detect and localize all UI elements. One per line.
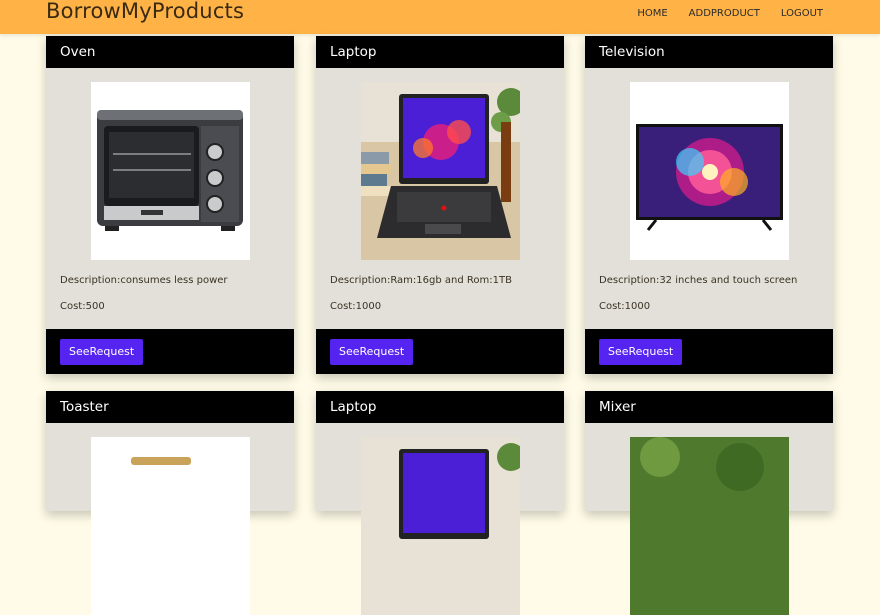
see-request-button[interactable]: SeeRequest [330, 339, 414, 365]
product-cost: Cost:1000 [599, 301, 651, 312]
product-card: Oven Description:consumes less power Cos [46, 36, 294, 374]
product-title: Laptop [316, 391, 564, 423]
card-footer: SeeRequest [46, 329, 294, 374]
nav-logout-link[interactable]: LOGOUT [781, 8, 823, 19]
product-image [360, 82, 520, 260]
see-request-button[interactable]: SeeRequest [60, 339, 144, 365]
product-image [629, 437, 789, 615]
product-card: Mixer [585, 391, 833, 615]
product-image [90, 82, 250, 260]
see-request-button[interactable]: SeeRequest [599, 339, 683, 365]
product-description: Description:32 inches and touch screen [599, 275, 798, 286]
product-title: Laptop [316, 36, 564, 68]
product-image [629, 82, 789, 260]
product-title: Mixer [585, 391, 833, 423]
product-image [90, 437, 250, 615]
brand-logo[interactable]: BorrowMyProducts [46, 0, 244, 23]
product-card: Toaster [46, 391, 294, 615]
product-title: Television [585, 36, 833, 68]
product-card: Television Description:32 inches and tou… [585, 36, 833, 374]
product-card: Laptop Description:Ram:16gb and Rom:1TB … [316, 36, 564, 374]
product-title: Toaster [46, 391, 294, 423]
card-footer: SeeRequest [585, 329, 833, 374]
navbar: BorrowMyProducts HOME ADDPRODUCT LOGOUT [0, 0, 880, 34]
product-card: Laptop [316, 391, 564, 615]
product-cost: Cost:500 [60, 301, 105, 312]
product-title: Oven [46, 36, 294, 68]
nav-home-link[interactable]: HOME [637, 8, 667, 19]
product-description: Description:Ram:16gb and Rom:1TB [330, 275, 512, 286]
card-footer: SeeRequest [316, 329, 564, 374]
nav-links: HOME ADDPRODUCT LOGOUT [616, 8, 823, 19]
product-image [360, 437, 520, 615]
nav-addproduct-link[interactable]: ADDPRODUCT [689, 8, 760, 19]
product-description: Description:consumes less power [60, 275, 228, 286]
product-cost: Cost:1000 [330, 301, 382, 312]
